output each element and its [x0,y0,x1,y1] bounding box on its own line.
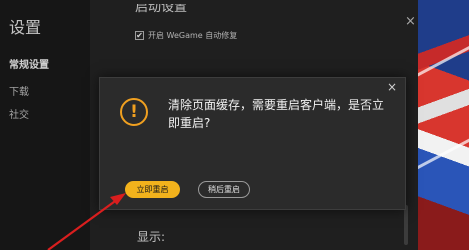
restart-confirm-dialog: × ! 清除页面缓存，需要重启客户端，是否立即重启? 立即重启 稍后重启 [99,77,406,210]
warning-icon: ! [120,98,148,126]
background-game-art [418,0,469,250]
restart-later-button[interactable]: 稍后重启 [198,181,250,198]
dialog-message: 清除页面缓存，需要重启客户端，是否立即重启? [168,98,385,130]
restart-now-button[interactable]: 立即重启 [125,181,180,198]
dialog-close-icon[interactable]: × [387,81,397,93]
